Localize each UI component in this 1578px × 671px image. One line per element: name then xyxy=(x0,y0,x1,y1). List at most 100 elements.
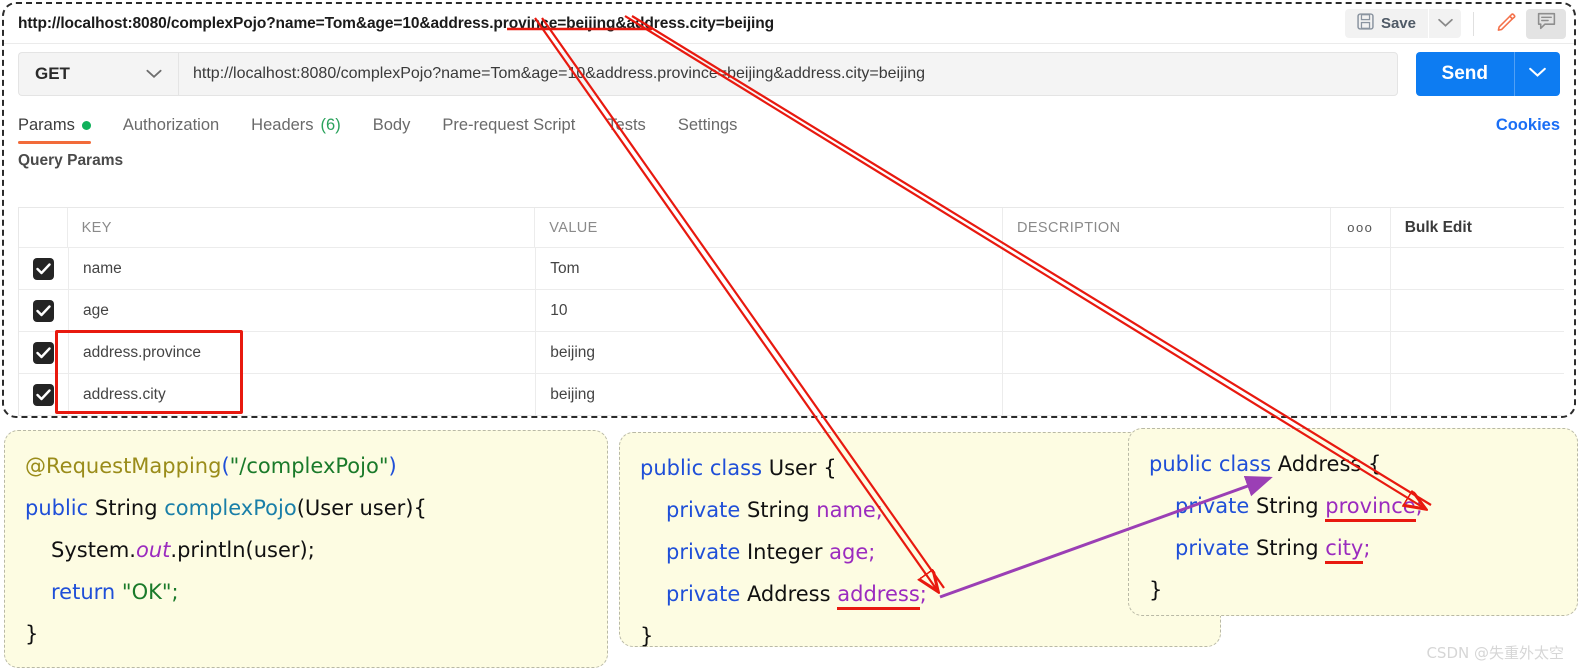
param-value[interactable]: beijing xyxy=(550,344,595,362)
kw-public: public xyxy=(1149,452,1213,476)
bulk-edit-button[interactable]: Bulk Edit xyxy=(1405,219,1472,237)
tab-authorization[interactable]: Authorization xyxy=(123,104,219,146)
code-line: return "OK"; xyxy=(25,571,587,613)
kw-private: private xyxy=(1175,536,1250,560)
annotation-token: @RequestMapping xyxy=(25,454,222,478)
param-key[interactable]: name xyxy=(83,260,122,278)
field-type: String xyxy=(746,498,810,522)
headers-count: (6) xyxy=(320,115,341,134)
cookies-link[interactable]: Cookies xyxy=(1496,116,1560,135)
send-button[interactable]: Send xyxy=(1416,52,1514,96)
field-name-highlighted: city xyxy=(1325,536,1364,564)
request-tabs: Params Authorization Headers (6) Body Pr… xyxy=(4,104,1574,146)
top-bar-actions: Save xyxy=(1344,8,1566,40)
header-value: VALUE xyxy=(549,219,598,236)
method-name: complexPojo xyxy=(164,496,297,520)
param-value[interactable]: Tom xyxy=(550,260,579,278)
tab-label: Params xyxy=(18,115,75,134)
http-method-select[interactable]: GET xyxy=(18,52,178,96)
request-title: http://localhost:8080/complexPojo?name=T… xyxy=(18,14,774,32)
tab-pre-request-script[interactable]: Pre-request Script xyxy=(442,104,575,146)
save-button[interactable]: Save xyxy=(1344,9,1428,38)
screenshot-root: http://localhost:8080/complexPojo?name=T… xyxy=(0,0,1578,671)
param-key[interactable]: age xyxy=(83,302,109,320)
tab-body[interactable]: Body xyxy=(373,104,411,146)
header-checkbox-cell xyxy=(19,208,68,247)
tab-label: Headers xyxy=(251,115,314,134)
table-row[interactable]: address.province beijing xyxy=(19,332,1564,374)
params-modified-dot-icon xyxy=(81,120,91,130)
checkbox-checked-icon xyxy=(33,257,54,280)
comments-button[interactable] xyxy=(1526,8,1566,39)
row-bulk-cell xyxy=(1391,332,1564,373)
key-rows-highlight-box xyxy=(55,330,243,414)
watermark: CSDN @失重外太空 xyxy=(1426,644,1564,662)
query-params-title: Query Params xyxy=(18,152,124,169)
tab-label: Pre-request Script xyxy=(442,115,576,134)
checkbox-checked-icon xyxy=(33,383,54,406)
code-panel-address-class: public class Address { private String pr… xyxy=(1128,428,1578,616)
tab-params[interactable]: Params xyxy=(18,104,91,146)
code-line: System.out.println(user); xyxy=(25,529,587,571)
chevron-down-icon xyxy=(1529,65,1546,83)
param-value[interactable]: beijing xyxy=(550,386,595,404)
return-literal: "OK"; xyxy=(121,580,179,604)
type-string: String xyxy=(94,496,158,520)
row-bulk-cell xyxy=(1391,248,1564,289)
code-line: public String complexPojo(User user){ xyxy=(25,496,427,520)
chevron-down-icon xyxy=(146,64,162,84)
row-more-cell xyxy=(1331,374,1391,415)
code-line: private String province; xyxy=(1149,485,1557,527)
tab-settings[interactable]: Settings xyxy=(678,104,738,146)
annotation-arg: "/complexPojo" xyxy=(229,454,389,478)
code-line: @RequestMapping("/complexPojo") xyxy=(25,454,397,478)
table-row[interactable]: age 10 xyxy=(19,290,1564,332)
more-options-icon[interactable]: ooo xyxy=(1347,220,1373,235)
request-top-bar: http://localhost:8080/complexPojo?name=T… xyxy=(4,4,1574,44)
row-checkbox[interactable] xyxy=(19,248,69,289)
code-line: public class Address { xyxy=(1149,452,1382,476)
kw-public: public xyxy=(25,496,89,520)
toolbar-divider xyxy=(1473,11,1474,36)
send-options-button[interactable] xyxy=(1514,52,1560,96)
row-bulk-cell xyxy=(1391,374,1564,415)
edit-button[interactable] xyxy=(1486,8,1526,39)
param-name: user xyxy=(359,496,406,520)
code-line: } xyxy=(640,615,1200,657)
row-more-cell xyxy=(1331,332,1391,373)
close-brace: } xyxy=(25,622,39,646)
chevron-down-icon xyxy=(1437,15,1453,33)
code-line: private String name; xyxy=(666,498,883,522)
url-input[interactable]: http://localhost:8080/complexPojo?name=T… xyxy=(178,52,1398,96)
tab-tests[interactable]: Tests xyxy=(607,104,646,146)
tab-label: Tests xyxy=(607,115,646,134)
row-more-cell xyxy=(1331,248,1391,289)
kw-private: private xyxy=(666,540,741,564)
send-group: Send xyxy=(1415,52,1560,96)
save-options-button[interactable] xyxy=(1429,9,1461,38)
param-value[interactable]: 10 xyxy=(550,302,567,320)
tab-label: Body xyxy=(372,115,411,134)
kw-public: public xyxy=(640,456,704,480)
url-row: GET http://localhost:8080/complexPojo?na… xyxy=(4,44,1574,104)
row-checkbox[interactable] xyxy=(19,290,69,331)
comment-icon xyxy=(1536,11,1557,36)
field-type: Address xyxy=(746,582,831,606)
code-line: } xyxy=(1149,569,1557,611)
header-description: DESCRIPTION xyxy=(1016,219,1121,236)
field-type: String xyxy=(1255,536,1319,560)
table-row[interactable]: address.city beijing xyxy=(19,374,1564,416)
kw-class: class xyxy=(709,456,763,480)
field-type: Integer xyxy=(746,540,823,564)
class-name: Address xyxy=(1277,452,1362,476)
table-row[interactable]: name Tom xyxy=(19,248,1564,290)
param-type: User xyxy=(304,496,353,520)
code-line: private Integer age; xyxy=(666,540,876,564)
println-token: .println(user); xyxy=(170,538,315,562)
kw-private: private xyxy=(666,582,741,606)
field-type: String xyxy=(1255,494,1319,518)
header-key: KEY xyxy=(81,219,112,236)
checkbox-checked-icon xyxy=(33,341,54,364)
tab-headers[interactable]: Headers (6) xyxy=(251,104,341,146)
class-name: User xyxy=(768,456,817,480)
